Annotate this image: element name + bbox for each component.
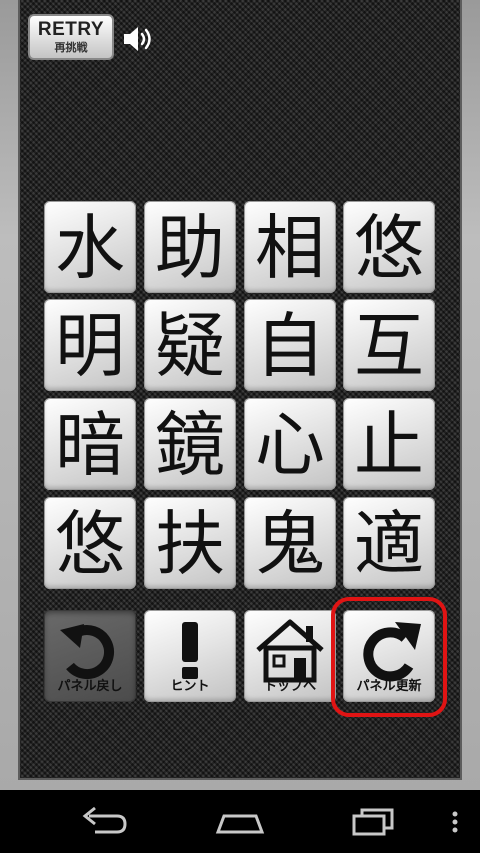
tile-5[interactable]: 明 [44, 299, 136, 391]
tile-14[interactable]: 扶 [144, 497, 236, 589]
tile-11[interactable]: 心 [244, 398, 336, 490]
tile-16[interactable]: 適 [343, 497, 435, 589]
tile-char: 悠 [55, 503, 125, 585]
tile-char: 適 [354, 503, 424, 585]
tile-4[interactable]: 悠 [343, 201, 435, 293]
refresh-panel-button[interactable]: パネル更新 [343, 610, 435, 702]
recent-apps-icon[interactable] [336, 790, 416, 853]
refresh-label: パネル更新 [356, 679, 422, 694]
hint-label: ヒント [170, 679, 210, 694]
retry-label: RETRY [37, 19, 105, 40]
speaker-icon[interactable] [122, 24, 156, 54]
home-icon[interactable] [200, 790, 280, 853]
tile-8[interactable]: 互 [343, 299, 435, 391]
tile-char: 水 [55, 207, 125, 289]
top-button[interactable]: トップへ [244, 610, 336, 702]
tile-15[interactable]: 鬼 [244, 497, 336, 589]
tile-6[interactable]: 疑 [144, 299, 236, 391]
tile-char: 扶 [155, 503, 225, 585]
tile-char: 相 [255, 207, 325, 289]
tile-char: 悠 [354, 207, 424, 289]
tile-7[interactable]: 自 [244, 299, 336, 391]
tile-char: 心 [255, 404, 325, 486]
tile-2[interactable]: 助 [144, 201, 236, 293]
hint-button[interactable]: ヒント [144, 610, 236, 702]
tile-3[interactable]: 相 [244, 201, 336, 293]
back-arrow-icon[interactable] [65, 790, 145, 853]
tile-9[interactable]: 暗 [44, 398, 136, 490]
tile-char: 止 [354, 404, 424, 486]
tile-char: 暗 [55, 404, 125, 486]
retry-sublabel: 再挑戦 [54, 41, 88, 54]
tile-char: 助 [155, 207, 225, 289]
tile-char: 鬼 [255, 503, 325, 585]
tile-char: 明 [55, 305, 125, 387]
tile-char: 互 [354, 305, 424, 387]
top-label: トップへ [263, 679, 316, 694]
tile-10[interactable]: 鏡 [144, 398, 236, 490]
tile-13[interactable]: 悠 [44, 497, 136, 589]
undo-panel-button[interactable]: パネル戻し [44, 610, 136, 702]
tile-char: 疑 [155, 305, 225, 387]
undo-label: パネル戻し [57, 679, 123, 694]
navigation-bar [0, 790, 480, 853]
overflow-menu-icon[interactable] [440, 790, 470, 853]
tile-char: 自 [255, 305, 325, 387]
tile-char: 鏡 [155, 404, 225, 486]
tile-12[interactable]: 止 [343, 398, 435, 490]
retry-button[interactable]: RETRY 再挑戦 [28, 14, 114, 60]
tile-1[interactable]: 水 [44, 201, 136, 293]
